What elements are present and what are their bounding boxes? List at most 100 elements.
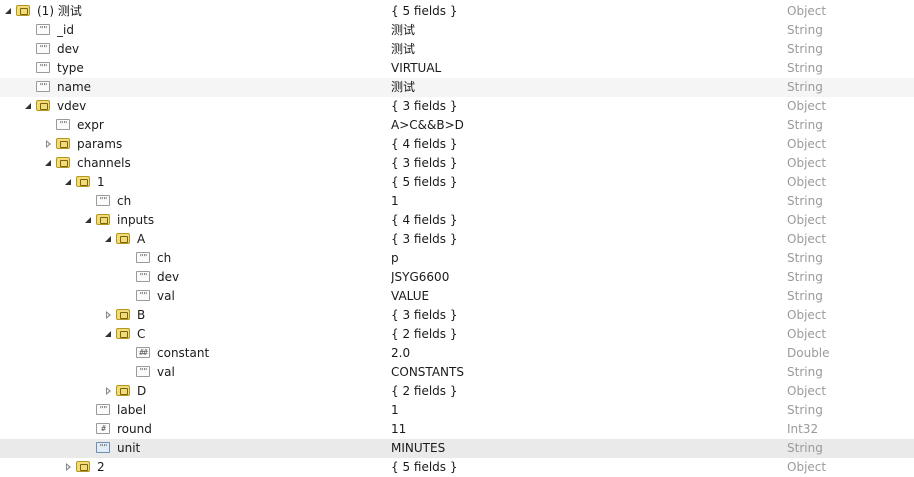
tree-row[interactable]: "" dev 测试 String <box>0 40 914 59</box>
collapse-toggle-icon[interactable] <box>24 101 34 111</box>
field-key: val <box>157 289 175 303</box>
field-value: A>C&&B>D <box>391 118 464 132</box>
field-value: 1 <box>391 403 399 417</box>
field-key: name <box>57 80 92 94</box>
field-type: String <box>787 270 823 284</box>
tree-row[interactable]: 2 { 5 fields } Object <box>0 458 914 477</box>
object-field-icon <box>96 214 110 225</box>
tree-row[interactable]: (1) 测试 { 5 fields } Object <box>0 2 914 21</box>
object-field-icon <box>56 138 70 149</box>
field-type: String <box>787 61 823 75</box>
field-value: { 5 fields } <box>391 4 458 18</box>
field-key: channels <box>77 156 131 170</box>
tree-row[interactable]: "" expr A>C&&B>D String <box>0 116 914 135</box>
tree-row[interactable]: A { 3 fields } Object <box>0 230 914 249</box>
expand-toggle-icon[interactable] <box>64 462 74 472</box>
tree-row[interactable]: "" val VALUE String <box>0 287 914 306</box>
string-field-icon: "" <box>136 252 150 263</box>
field-key: A <box>137 232 146 246</box>
string-field-icon: "" <box>36 62 50 73</box>
collapse-toggle-icon[interactable] <box>4 6 14 16</box>
field-value: { 4 fields } <box>391 213 458 227</box>
tree-row[interactable]: B { 3 fields } Object <box>0 306 914 325</box>
tree-row[interactable]: C { 2 fields } Object <box>0 325 914 344</box>
field-key: dev <box>157 270 180 284</box>
expand-toggle-icon[interactable] <box>104 310 114 320</box>
field-type: String <box>787 80 823 94</box>
field-type: Object <box>787 99 827 113</box>
expand-toggle-icon[interactable] <box>44 139 54 149</box>
tree-row[interactable]: "" type VIRTUAL String <box>0 59 914 78</box>
field-type: Int32 <box>787 422 819 436</box>
field-type: Double <box>787 346 830 360</box>
field-key: B <box>137 308 146 322</box>
collapse-toggle-icon[interactable] <box>104 234 114 244</box>
field-key: vdev <box>57 99 87 113</box>
field-value: 测试 <box>391 23 416 37</box>
tree-row[interactable]: "" unit MINUTES String <box>0 439 914 458</box>
field-type: String <box>787 289 823 303</box>
field-type: String <box>787 42 823 56</box>
tree-row[interactable]: 1 { 5 fields } Object <box>0 173 914 192</box>
field-value: 11 <box>391 422 407 436</box>
expand-toggle-icon[interactable] <box>104 386 114 396</box>
collapse-toggle-icon[interactable] <box>64 177 74 187</box>
field-key: ch <box>117 194 132 208</box>
field-key: 2 <box>97 460 105 474</box>
object-field-icon <box>116 328 130 339</box>
string-field-icon: "" <box>36 81 50 92</box>
string-field-icon: "" <box>136 366 150 377</box>
field-type: Object <box>787 384 827 398</box>
field-value: 2.0 <box>391 346 411 360</box>
tree-row[interactable]: # round 11 Int32 <box>0 420 914 439</box>
tree-row[interactable]: "" _id 测试 String <box>0 21 914 40</box>
string-field-icon: "" <box>96 404 110 415</box>
field-key: type <box>57 61 84 75</box>
string-field-icon: "" <box>36 24 50 35</box>
string-field-icon: "" <box>96 195 110 206</box>
field-value: 1 <box>391 194 399 208</box>
field-key: 1 <box>97 175 105 189</box>
field-value: 测试 <box>391 42 416 56</box>
field-key: constant <box>157 346 210 360</box>
tree-row[interactable]: "" name 测试 String <box>0 78 914 97</box>
tree-row[interactable]: params { 4 fields } Object <box>0 135 914 154</box>
field-value: CONSTANTS <box>391 365 464 379</box>
tree-row[interactable]: "" ch p String <box>0 249 914 268</box>
collapse-toggle-icon[interactable] <box>104 329 114 339</box>
object-field-icon <box>36 100 50 111</box>
field-key: ch <box>157 251 172 265</box>
tree-row[interactable]: vdev { 3 fields } Object <box>0 97 914 116</box>
field-key: inputs <box>117 213 155 227</box>
field-key: unit <box>117 441 141 455</box>
field-key: val <box>157 365 175 379</box>
field-value: { 2 fields } <box>391 384 458 398</box>
tree-row[interactable]: "" val CONSTANTS String <box>0 363 914 382</box>
field-key: expr <box>77 118 104 132</box>
field-value: VALUE <box>391 289 430 303</box>
collapse-toggle-icon[interactable] <box>84 215 94 225</box>
tree-row[interactable]: ## constant 2.0 Double <box>0 344 914 363</box>
document-tree-view[interactable]: (1) 测试 { 5 fields } Object "" _id 测试 String "" d… <box>0 0 914 474</box>
tree-row[interactable]: "" dev JSYG6600 String <box>0 268 914 287</box>
tree-row[interactable]: inputs { 4 fields } Object <box>0 211 914 230</box>
string-field-icon: "" <box>56 119 70 130</box>
field-value: { 3 fields } <box>391 156 458 170</box>
object-field-icon <box>76 176 90 187</box>
field-type: Object <box>787 156 827 170</box>
collapse-toggle-icon[interactable] <box>44 158 54 168</box>
field-value: { 3 fields } <box>391 99 458 113</box>
string-field-icon: "" <box>36 43 50 54</box>
field-key: D <box>137 384 147 398</box>
field-value: VIRTUAL <box>391 61 442 75</box>
field-type: String <box>787 118 823 132</box>
tree-row[interactable]: D { 2 fields } Object <box>0 382 914 401</box>
field-value: JSYG6600 <box>391 270 450 284</box>
tree-row[interactable]: "" label 1 String <box>0 401 914 420</box>
tree-row[interactable]: channels { 3 fields } Object <box>0 154 914 173</box>
tree-row[interactable]: "" ch 1 String <box>0 192 914 211</box>
int32-field-icon: # <box>96 423 110 434</box>
object-field-icon <box>56 157 70 168</box>
object-field-icon <box>116 309 130 320</box>
field-key: round <box>117 422 152 436</box>
